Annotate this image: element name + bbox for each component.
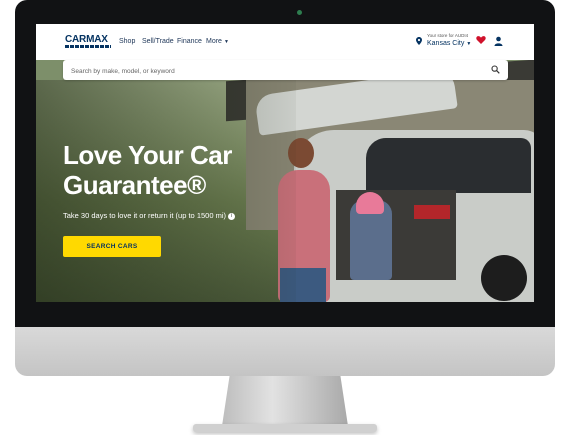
- nav-more[interactable]: More ▼: [206, 38, 229, 45]
- search-input[interactable]: [69, 64, 473, 78]
- location-pin-icon: [416, 37, 422, 45]
- monitor-foot: [193, 424, 377, 432]
- carmax-logo[interactable]: CARMAX: [65, 34, 108, 45]
- hero-title: Love Your Car Guarantee®: [63, 140, 232, 200]
- hero-banner: Love Your Car Guarantee® Take 30 days to…: [36, 58, 534, 302]
- child-helmet: [356, 192, 384, 214]
- nav-sell-trade[interactable]: Sell/Trade: [142, 38, 174, 45]
- store-city-text: Kansas City: [427, 40, 465, 47]
- monitor-chin: [15, 327, 555, 376]
- hero-subtitle: Take 30 days to love it or return it (up…: [63, 211, 235, 220]
- hero-subtitle-text: Take 30 days to love it or return it (up…: [63, 211, 226, 220]
- browser-screen: Love Your Car Guarantee® Take 30 days to…: [36, 24, 534, 302]
- camera-dot: [297, 10, 302, 15]
- nav-finance[interactable]: Finance: [177, 38, 202, 45]
- site-header: CARMAX Shop Sell/Trade Finance More ▼ You…: [36, 24, 534, 60]
- nav-more-label: More: [206, 38, 222, 45]
- user-icon[interactable]: [494, 36, 503, 46]
- car-window: [366, 138, 531, 193]
- nav-shop[interactable]: Shop: [119, 38, 135, 45]
- monitor-stand: [222, 376, 348, 426]
- logo-underline: [65, 45, 111, 48]
- car-wheel: [481, 255, 527, 301]
- chevron-down-icon: ▼: [223, 39, 229, 45]
- store-city[interactable]: Kansas City ▼: [427, 40, 471, 47]
- chevron-down-icon: ▼: [466, 41, 472, 47]
- search-bar[interactable]: [63, 60, 508, 80]
- search-icon[interactable]: [491, 65, 500, 74]
- heart-icon[interactable]: [476, 35, 486, 45]
- info-icon[interactable]: i: [228, 212, 235, 220]
- search-cars-button[interactable]: SEARCH CARS: [63, 236, 161, 257]
- store-label: Your store for AUDI4: [427, 33, 469, 38]
- car-taillight: [414, 205, 450, 219]
